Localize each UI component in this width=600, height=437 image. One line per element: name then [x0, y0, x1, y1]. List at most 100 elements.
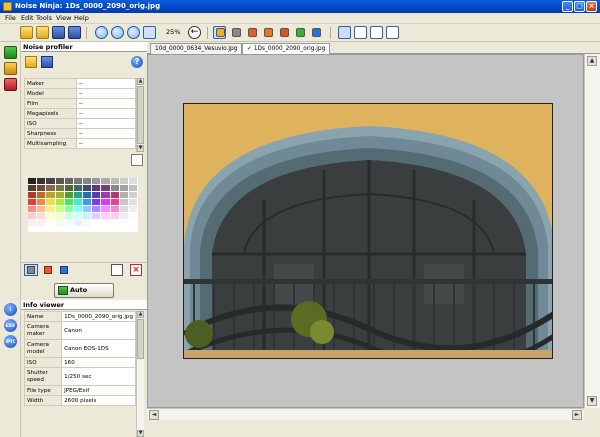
- info-key: Name: [23, 311, 63, 322]
- table-row[interactable]: ISO --: [24, 118, 136, 129]
- check-icon: ✔: [247, 46, 252, 52]
- layout-split-vertical-icon[interactable]: [354, 26, 367, 39]
- white-box-icon[interactable]: [111, 264, 123, 276]
- menu-view[interactable]: View: [56, 14, 71, 23]
- info-table-scrollbar[interactable]: ▲ ▼: [136, 311, 144, 437]
- toolbar-separator: [330, 27, 331, 39]
- scroll-thumb[interactable]: [137, 86, 144, 144]
- toolbar: 25% ←: [0, 24, 600, 42]
- palette-row: [28, 185, 138, 191]
- canvas-horizontal-scrollbar[interactable]: ◄ ►: [147, 408, 584, 420]
- channel-gray-icon[interactable]: [232, 28, 241, 37]
- edit-profile-icon[interactable]: [131, 154, 143, 166]
- save-profile-icon[interactable]: [41, 56, 53, 68]
- toolbar-separator: [207, 27, 208, 39]
- scroll-left-arrow[interactable]: ◄: [149, 410, 159, 420]
- maximize-button[interactable]: □: [574, 1, 585, 12]
- image-canvas[interactable]: [147, 54, 584, 408]
- menu-file[interactable]: File: [5, 14, 16, 23]
- save-as-icon[interactable]: [68, 26, 81, 39]
- open-folder-icon[interactable]: [20, 26, 33, 39]
- channel-red2-icon[interactable]: [280, 28, 289, 37]
- property-value: --: [76, 108, 136, 119]
- info-value: 1Ds_0000_2090_orig.jpg: [61, 311, 136, 322]
- back-arrow-icon[interactable]: ←: [188, 26, 201, 39]
- info-icon[interactable]: i: [4, 303, 17, 316]
- scroll-down-arrow[interactable]: ▼: [137, 430, 144, 437]
- menu-tools[interactable]: Tools: [36, 14, 52, 23]
- color-palette[interactable]: [28, 178, 138, 232]
- palette-row: [28, 178, 138, 184]
- channel-orange-icon[interactable]: [264, 28, 273, 37]
- left-panel: Noise profiler ? Maker -- Model -- Film -- …: [21, 42, 147, 437]
- clear-icon[interactable]: ×: [130, 264, 142, 276]
- scroll-thumb[interactable]: [137, 319, 144, 359]
- red-square-icon[interactable]: [44, 266, 52, 274]
- zoom-level: 25%: [166, 28, 181, 36]
- noise-profile-icon[interactable]: [4, 46, 17, 59]
- scroll-up-arrow[interactable]: ▲: [137, 311, 144, 318]
- menu-edit[interactable]: Edit: [21, 14, 34, 23]
- table-row[interactable]: Name 1Ds_0000_2090_orig.jpg: [23, 311, 136, 322]
- info-key: ISO: [23, 357, 63, 368]
- table-row[interactable]: Film --: [24, 98, 136, 109]
- channel-green-icon[interactable]: [296, 28, 305, 37]
- table-row[interactable]: Shutter speed 1/250 sec: [23, 367, 136, 386]
- open-profile-icon[interactable]: [25, 56, 37, 68]
- zoom-out-icon[interactable]: [111, 26, 124, 39]
- zoom-window-icon[interactable]: [143, 26, 156, 39]
- filter-icon[interactable]: [4, 62, 17, 75]
- exif-icon[interactable]: EXIF: [4, 319, 17, 332]
- table-row[interactable]: Sharpness --: [24, 128, 136, 139]
- property-value: --: [76, 128, 136, 139]
- table-row[interactable]: Model --: [24, 88, 136, 99]
- channel-selector-row: [21, 262, 147, 278]
- table-row[interactable]: Megapixels --: [24, 108, 136, 119]
- palette-row: [28, 199, 138, 205]
- table-row[interactable]: Camera maker Canon: [23, 321, 136, 340]
- channel-blue-icon[interactable]: [312, 28, 321, 37]
- layout-quad-icon[interactable]: [386, 26, 399, 39]
- tab-label: 1Ds_0000_2090_orig.jpg: [253, 46, 326, 52]
- tab-vesuvio[interactable]: 10d_0000_0634_Vesuvio.jpg: [150, 43, 243, 54]
- scroll-down-arrow[interactable]: ▼: [137, 145, 144, 152]
- profile-property-table: Maker -- Model -- Film -- Megapixels -- ISO -…: [24, 78, 136, 149]
- canvas-vertical-scrollbar[interactable]: ▲ ▼: [584, 54, 600, 408]
- scroll-up-arrow[interactable]: ▲: [587, 56, 597, 66]
- gray-square-icon: [27, 266, 35, 274]
- auto-profile-button[interactable]: Auto profile: [54, 283, 114, 307]
- close-button[interactable]: ×: [586, 1, 597, 12]
- profile-table-scrollbar[interactable]: ▲ ▼: [136, 78, 144, 152]
- arched-window-photo: [184, 104, 552, 358]
- property-key: Megapixels: [24, 108, 77, 119]
- layout-single-icon[interactable]: [338, 26, 351, 39]
- scroll-up-arrow[interactable]: ▲: [137, 78, 144, 85]
- zoom-in-icon[interactable]: [95, 26, 108, 39]
- open-file-icon[interactable]: [36, 26, 49, 39]
- scroll-right-arrow[interactable]: ►: [572, 410, 582, 420]
- menu-help[interactable]: Help: [74, 14, 89, 23]
- table-row[interactable]: Multisampling --: [24, 138, 136, 149]
- photo-preview[interactable]: [183, 103, 553, 359]
- table-row[interactable]: Maker --: [24, 78, 136, 89]
- info-value: JPEG/Exif: [61, 385, 136, 396]
- scroll-down-arrow[interactable]: ▼: [587, 396, 597, 406]
- table-row[interactable]: Width 2600 pixels: [23, 395, 136, 406]
- help-icon[interactable]: ?: [131, 56, 143, 68]
- save-icon[interactable]: [52, 26, 65, 39]
- table-row[interactable]: Camera model Canon EOS-1DS: [23, 339, 136, 358]
- iptc-icon[interactable]: IPTC: [4, 335, 17, 348]
- zoom-fit-icon[interactable]: [127, 26, 140, 39]
- blue-square-icon[interactable]: [60, 266, 68, 274]
- channel-red-icon[interactable]: [248, 28, 257, 37]
- info-key: Width: [23, 395, 63, 406]
- palette-row: [28, 192, 138, 198]
- table-row[interactable]: ISO 160: [23, 357, 136, 368]
- layout-split-horizontal-icon[interactable]: [370, 26, 383, 39]
- property-key: Maker: [24, 78, 77, 89]
- table-row[interactable]: File type JPEG/Exif: [23, 385, 136, 396]
- info-value: 1/250 sec: [61, 367, 136, 386]
- property-value: --: [76, 138, 136, 149]
- brush-icon[interactable]: [4, 78, 17, 91]
- minimize-button[interactable]: _: [562, 1, 573, 12]
